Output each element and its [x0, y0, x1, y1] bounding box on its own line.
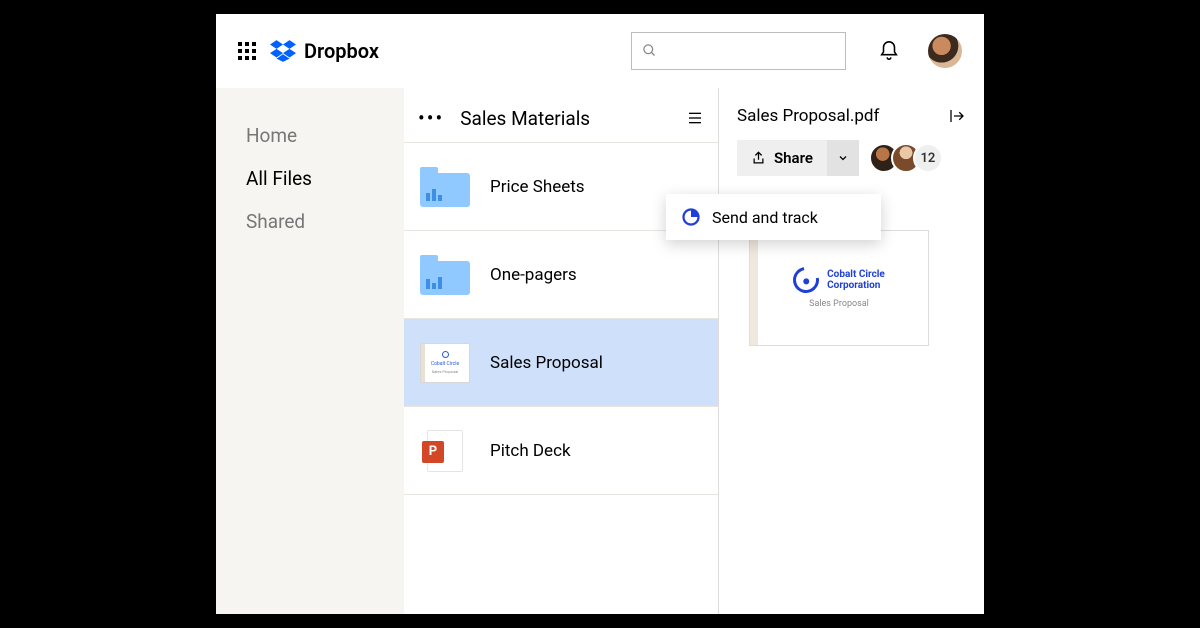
cobalt-circle-logo-icon — [788, 262, 824, 298]
dropbox-wordmark: Dropbox — [304, 39, 379, 63]
document-preview[interactable]: Cobalt Circle Corporation Sales Proposal — [749, 230, 929, 346]
preview-subtitle: Sales Proposal — [809, 299, 869, 309]
app-window: Dropbox Home All Files Shared ••• Sales … — [216, 14, 984, 614]
send-and-track-item[interactable]: Send and track — [712, 208, 818, 227]
app-header: Dropbox — [216, 14, 984, 88]
preview-company-name: Cobalt Circle Corporation — [827, 269, 885, 291]
notifications-icon[interactable] — [878, 40, 900, 62]
file-name: Pitch Deck — [490, 441, 571, 461]
sidebar-item-shared[interactable]: Shared — [246, 210, 404, 233]
folder-header: ••• Sales Materials — [404, 88, 718, 143]
details-filename: Sales Proposal.pdf — [737, 106, 879, 126]
page-edge — [750, 231, 758, 345]
sidebar: Home All Files Shared — [216, 88, 404, 614]
collaborator-count: 12 — [913, 143, 943, 173]
file-row-sales-proposal[interactable]: Cobalt Circle Sales Proposal Sales Propo… — [404, 319, 718, 407]
send-and-track-icon — [682, 208, 700, 226]
file-list-pane: ••• Sales Materials Price Sheets One-pag… — [404, 88, 719, 614]
details-pane: Sales Proposal.pdf Share 12 — [719, 88, 984, 614]
app-body: Home All Files Shared ••• Sales Material… — [216, 88, 984, 614]
dropbox-logo[interactable]: Dropbox — [270, 39, 379, 63]
chevron-down-icon — [837, 152, 849, 164]
folder-icon — [418, 165, 472, 209]
apps-grid-icon[interactable] — [238, 42, 256, 60]
expand-pane-icon[interactable] — [948, 107, 966, 125]
share-label: Share — [774, 149, 813, 167]
sidebar-item-all-files[interactable]: All Files — [246, 167, 404, 190]
folder-title: Sales Materials — [460, 107, 686, 130]
view-options-icon[interactable] — [686, 110, 704, 126]
search-icon — [642, 43, 657, 58]
user-avatar[interactable] — [928, 34, 962, 68]
collaborator-avatars[interactable]: 12 — [869, 143, 943, 173]
share-dropdown-menu: Send and track — [666, 194, 881, 240]
file-name: Price Sheets — [490, 177, 585, 197]
share-icon — [751, 151, 766, 166]
sidebar-item-home[interactable]: Home — [246, 124, 404, 147]
more-actions-icon[interactable]: ••• — [418, 106, 444, 130]
file-row-one-pagers[interactable]: One-pagers — [404, 231, 718, 319]
file-name: Sales Proposal — [490, 353, 603, 373]
document-icon: Cobalt Circle Sales Proposal — [418, 341, 472, 385]
search-input[interactable] — [631, 32, 846, 70]
powerpoint-icon — [418, 429, 472, 473]
file-name: One-pagers — [490, 265, 577, 285]
file-row-pitch-deck[interactable]: Pitch Deck — [404, 407, 718, 495]
folder-icon — [418, 253, 472, 297]
share-row: Share 12 — [737, 140, 966, 176]
share-dropdown-button[interactable] — [827, 140, 859, 176]
dropbox-icon — [270, 40, 296, 62]
share-button[interactable]: Share — [737, 140, 827, 176]
